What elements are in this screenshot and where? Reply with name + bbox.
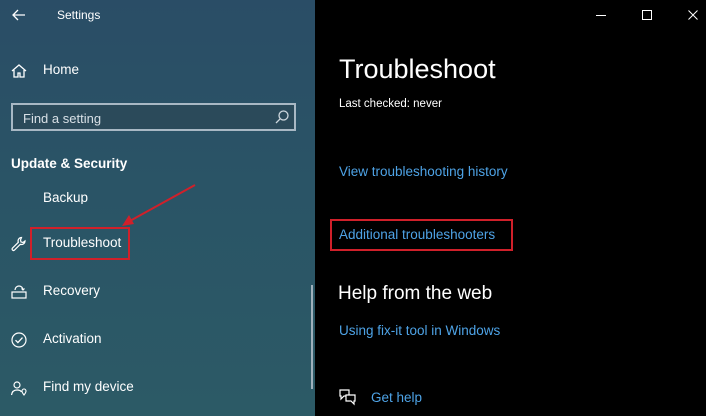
minimize-icon <box>596 15 606 16</box>
main-pane: Troubleshoot Last checked: never View tr… <box>315 0 706 416</box>
view-troubleshooting-history-link[interactable]: View troubleshooting history <box>339 164 508 179</box>
get-help-link[interactable]: Get help <box>371 390 422 405</box>
minimize-button[interactable] <box>578 0 624 30</box>
last-checked-text: Last checked: never <box>339 98 442 110</box>
maximize-icon <box>642 10 652 20</box>
annotation-arrow <box>122 184 196 226</box>
maximize-button[interactable] <box>624 0 670 30</box>
settings-sidebar: Settings Home Update & Security Backup T… <box>0 0 315 416</box>
close-icon <box>688 10 698 20</box>
chat-bubbles-icon <box>339 389 356 406</box>
page-title: Troubleshoot <box>339 54 496 84</box>
additional-troubleshooters-highlight-box <box>330 219 513 251</box>
fix-it-tool-link[interactable]: Using fix-it tool in Windows <box>339 323 500 338</box>
help-section-title: Help from the web <box>338 283 493 304</box>
close-button[interactable] <box>670 0 706 30</box>
